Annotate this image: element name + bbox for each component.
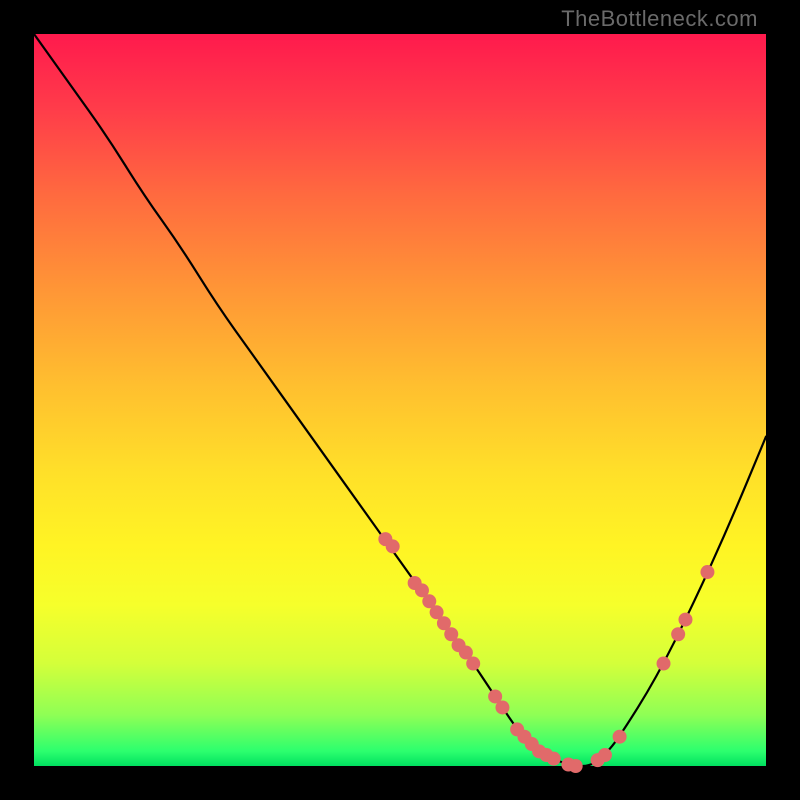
data-dot: [569, 759, 583, 773]
data-dot: [671, 627, 685, 641]
watermark-text: TheBottleneck.com: [561, 6, 758, 32]
data-dot: [466, 657, 480, 671]
data-dot: [678, 613, 692, 627]
chart-svg: [34, 34, 766, 766]
data-dot: [547, 752, 561, 766]
data-dot: [495, 700, 509, 714]
data-dot: [598, 748, 612, 762]
data-dot: [386, 539, 400, 553]
bottleneck-curve: [34, 34, 766, 766]
data-dot: [657, 657, 671, 671]
chart-frame: [34, 34, 766, 766]
data-dots: [378, 532, 714, 773]
plot-area: [34, 34, 766, 766]
data-dot: [613, 730, 627, 744]
data-dot: [700, 565, 714, 579]
